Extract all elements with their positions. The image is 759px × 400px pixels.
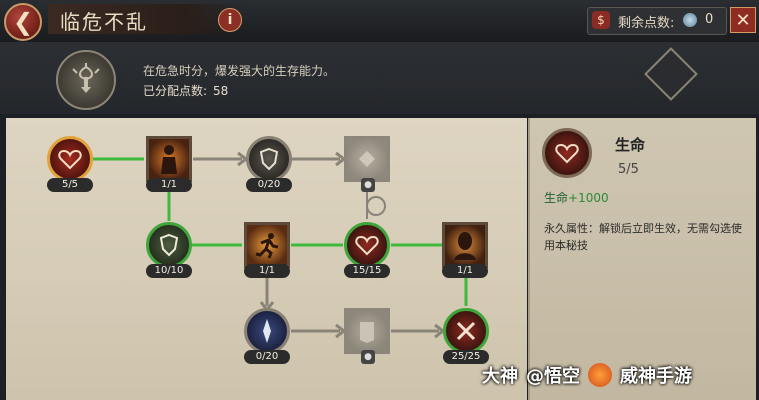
lock-icon: ● [361, 178, 375, 192]
info-icon: i [227, 12, 233, 28]
watermark-logo-icon [588, 363, 612, 387]
node-count: 1/1 [442, 264, 488, 278]
allocated-label: 已分配点数: [143, 84, 208, 98]
head-icon [454, 232, 476, 260]
info-button[interactable]: i [218, 8, 242, 32]
skill-node-shield-mid[interactable] [146, 222, 192, 268]
watermark-text-2: @悟空 [526, 366, 580, 387]
back-button[interactable]: ❮ [4, 3, 42, 41]
sprint-icon [255, 233, 279, 259]
skill-node-sprint[interactable] [244, 222, 290, 268]
close-icon: ✕ [735, 9, 751, 31]
skill-node-locked-top[interactable] [344, 136, 390, 182]
chevron-left-icon: ❮ [12, 8, 34, 36]
skill-tree: 5/5 1/1 0/20 ● 10/10 1/1 15/15 1/1 0/20 … [6, 118, 527, 400]
blade-icon [263, 319, 271, 343]
points-icon: $ [592, 11, 610, 29]
skill-node-swords[interactable] [443, 308, 489, 354]
skill-node-shield-top[interactable] [246, 136, 292, 182]
node-count: 10/10 [146, 264, 192, 278]
skill-node-locked-bottom[interactable] [344, 308, 390, 354]
allocated-value: 58 [213, 84, 229, 98]
node-count: 1/1 [244, 264, 290, 278]
crossed-swords-icon [456, 321, 476, 341]
remaining-points: $ 剩余点数: 0 [587, 7, 727, 35]
node-count: 15/15 [344, 264, 390, 278]
node-count: 5/5 [47, 178, 93, 192]
node-count: 1/1 [146, 178, 192, 192]
points-label: 剩余点数: [618, 16, 675, 31]
top-bar: ❮ 临危不乱 i $ 剩余点数: 0 ✕ [0, 0, 759, 44]
skill-node-life-1[interactable] [47, 136, 93, 182]
emblem-icon [56, 50, 116, 110]
node-count: 0/20 [246, 178, 292, 192]
detail-attribute-text: 永久属性：解锁后立即生效，无需勾选使用本秘技 [544, 222, 742, 252]
close-button[interactable]: ✕ [730, 7, 756, 33]
shield-icon [259, 147, 279, 171]
lock-icon: ● [361, 350, 375, 364]
detail-stat-value: +1000 [568, 191, 609, 205]
skill-node-blade[interactable] [244, 308, 290, 354]
watermark: 大神 @悟空 威神手游 [482, 358, 752, 392]
watermark-text-3: 威神手游 [620, 366, 692, 387]
node-count: 0/20 [244, 350, 290, 364]
detail-skill-level: 5/5 [618, 162, 639, 177]
watermark-text-1: 大神 [482, 366, 518, 387]
detail-heart-icon [542, 128, 592, 178]
detail-stat-label: 生命 [544, 191, 569, 205]
gem-icon [683, 13, 697, 27]
heart-icon [58, 149, 82, 170]
detail-stat: 生命+1000 [544, 189, 609, 206]
skill-node-figure[interactable] [146, 136, 192, 182]
heart-icon [355, 235, 379, 256]
lock-icon [360, 322, 374, 343]
allocated-points: 已分配点数: 58 [143, 82, 228, 99]
skill-description: 在危急时分，爆发强大的生存能力。 [143, 64, 336, 78]
page-title: 临危不乱 [60, 10, 148, 34]
points-value: 0 [705, 12, 714, 27]
lock-icon [359, 151, 375, 167]
figure-icon [161, 145, 177, 174]
skill-node-head[interactable] [442, 222, 488, 268]
skill-node-life-2[interactable] [344, 222, 390, 268]
shield-icon [159, 233, 179, 257]
detail-skill-name: 生命 [615, 136, 646, 154]
